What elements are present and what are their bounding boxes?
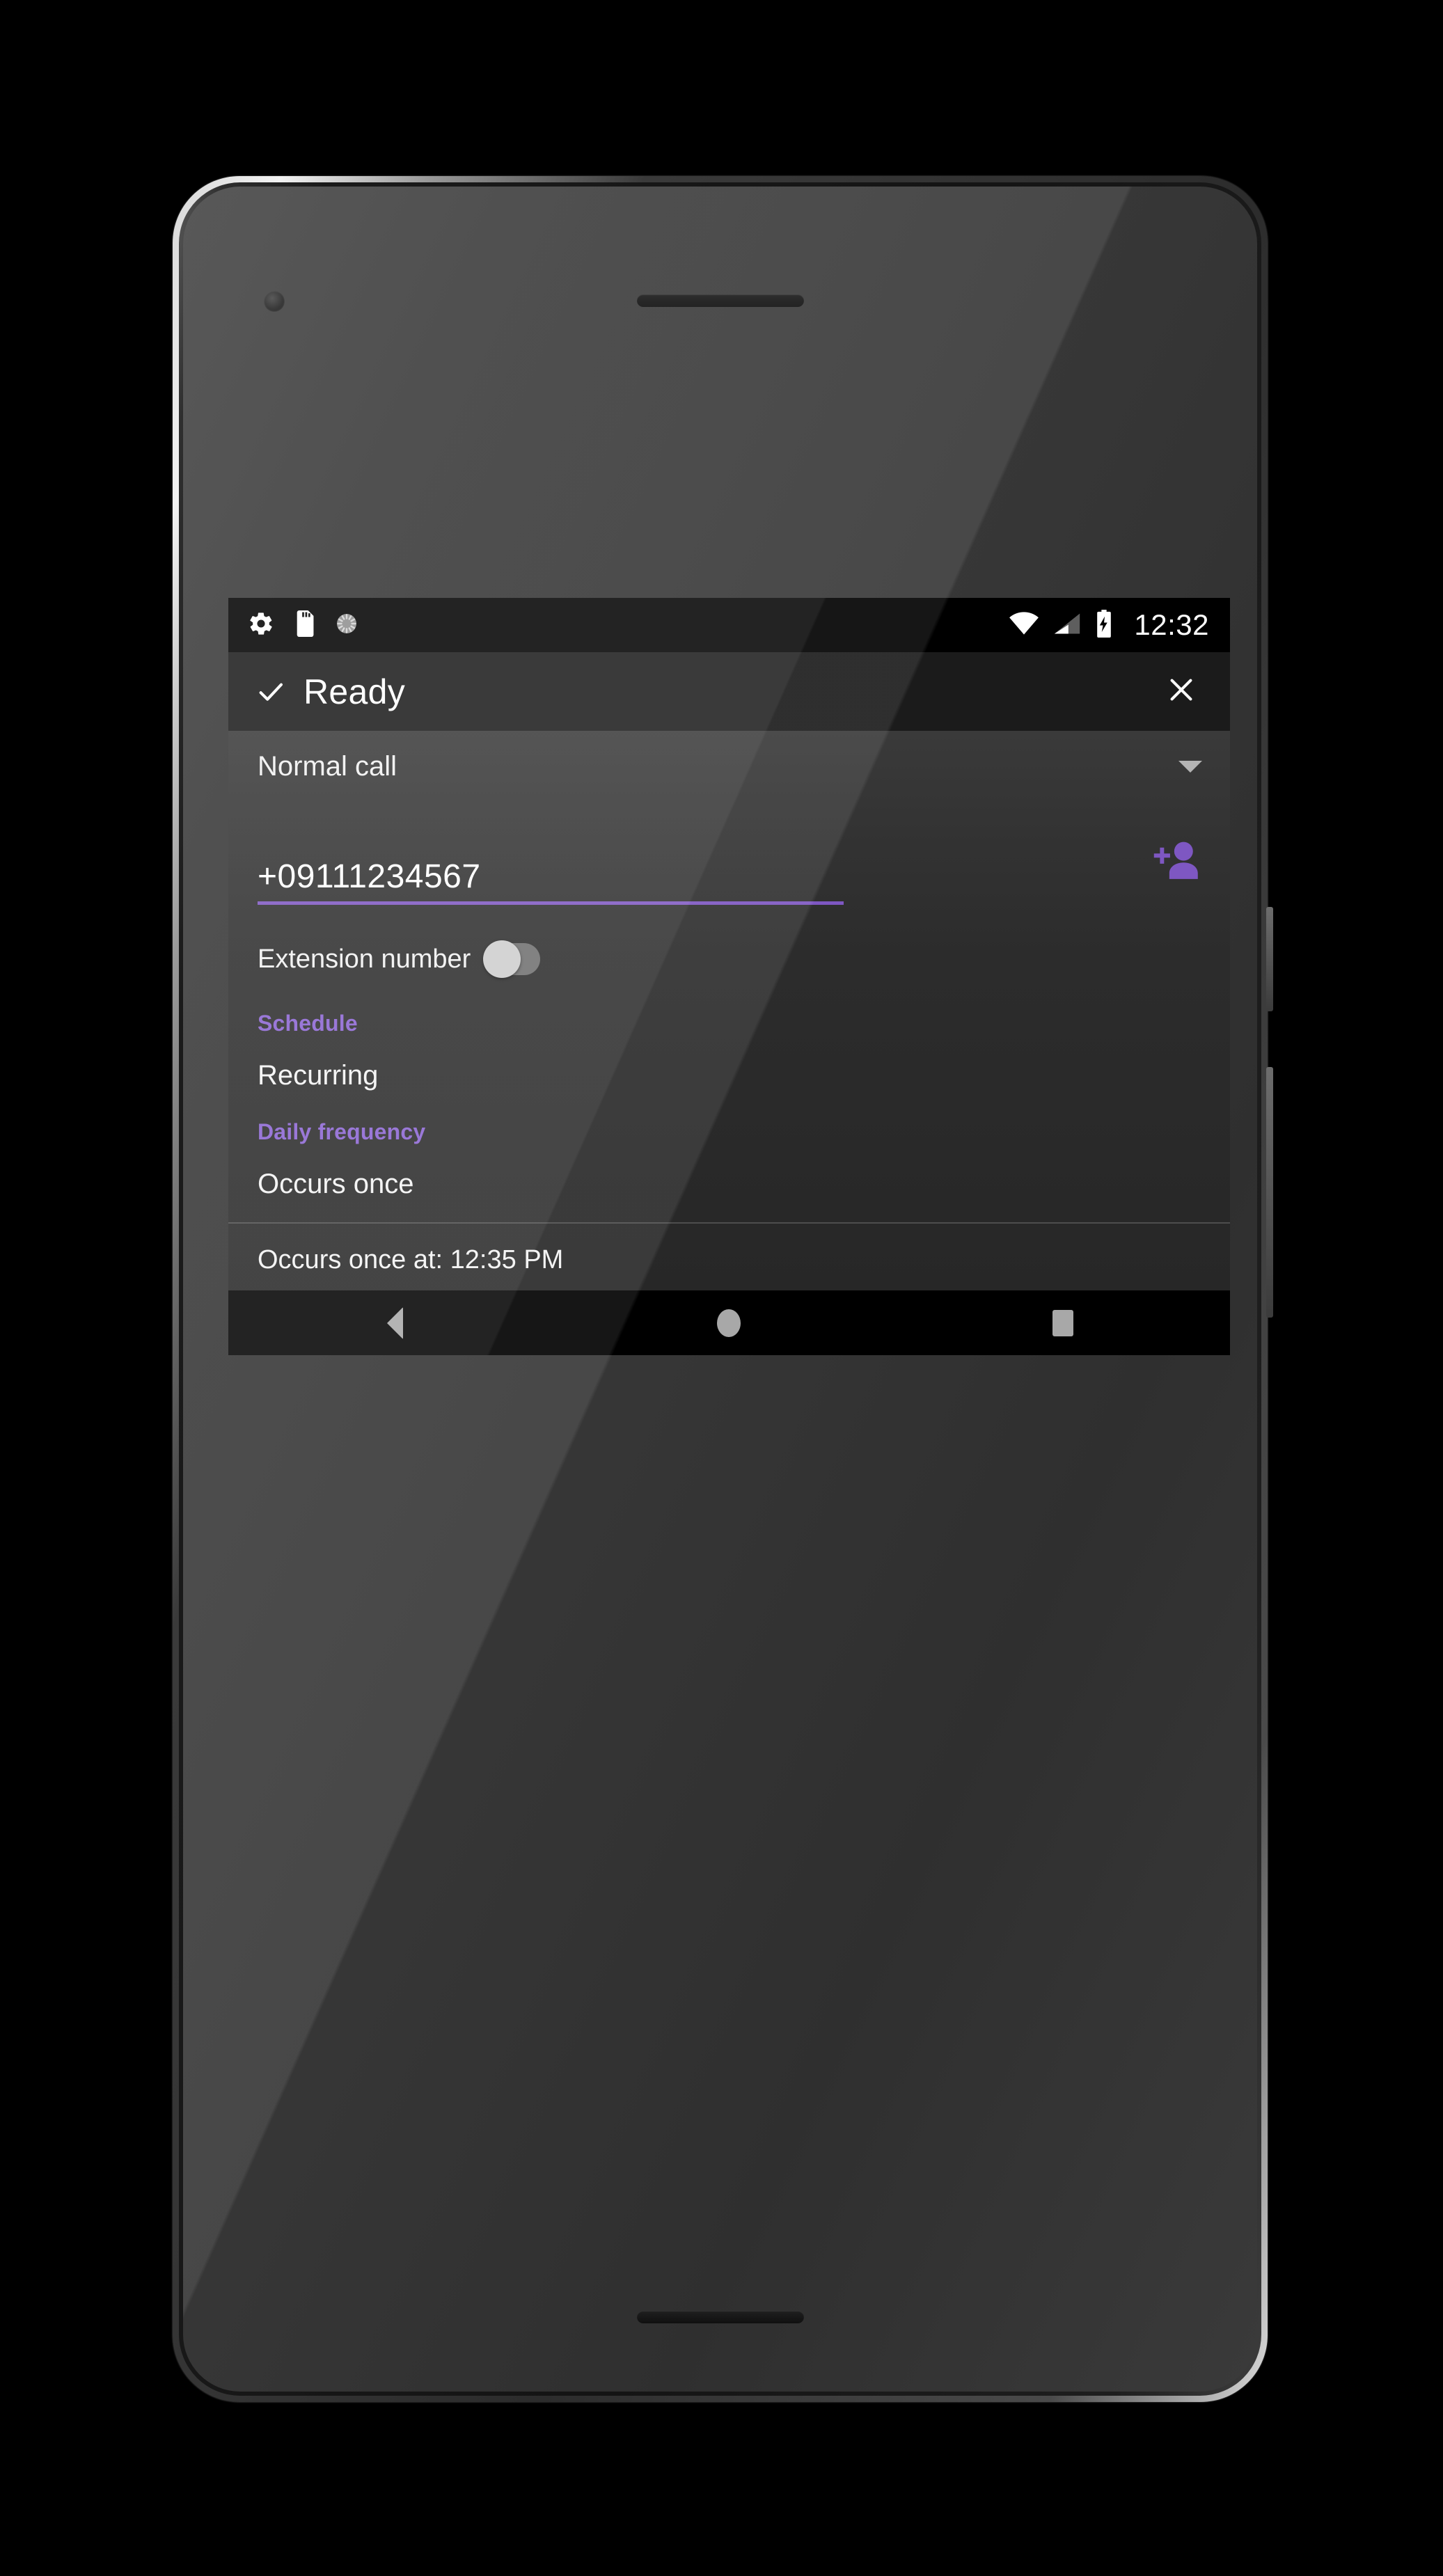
sync-circle-icon bbox=[334, 611, 359, 640]
wifi-icon bbox=[1009, 611, 1039, 639]
nav-back-button[interactable] bbox=[340, 1290, 451, 1355]
recents-icon bbox=[1052, 1309, 1074, 1336]
daily-frequency-value: Occurs once bbox=[258, 1169, 414, 1199]
list-item[interactable]: Occurs once at: 12:35 PM bbox=[228, 1222, 1230, 1296]
bottom-speaker-grille bbox=[636, 2311, 804, 2323]
volume-button[interactable] bbox=[1266, 1067, 1273, 1318]
phone-number-value: +09111234567 bbox=[258, 858, 481, 896]
daily-frequency-label: Daily frequency bbox=[258, 1119, 426, 1144]
schedule-value: Recurring bbox=[258, 1060, 379, 1091]
phone-number-input[interactable]: +09111234567 bbox=[258, 858, 844, 905]
phone-body: 12:32 Ready Normal call +09111234567 Ext… bbox=[183, 187, 1257, 2392]
status-bar-right-icons: 12:32 bbox=[1009, 608, 1209, 642]
chevron-down-icon bbox=[1178, 760, 1202, 773]
scheduled-call-form: Normal call +09111234567 Extension numbe… bbox=[228, 731, 1230, 1348]
sd-card-icon bbox=[292, 610, 316, 640]
nav-recents-button[interactable] bbox=[1007, 1290, 1119, 1355]
earpiece-speaker bbox=[636, 294, 804, 307]
close-icon bbox=[1165, 674, 1197, 709]
front-camera-icon bbox=[264, 291, 285, 312]
call-type-spinner[interactable]: Normal call bbox=[228, 731, 1230, 802]
switch-thumb bbox=[483, 940, 521, 978]
add-contact-button[interactable] bbox=[1144, 830, 1208, 894]
extension-number-row[interactable]: Extension number bbox=[228, 905, 1230, 983]
call-type-value: Normal call bbox=[258, 750, 397, 782]
daily-frequency-field[interactable]: Daily frequency Occurs once bbox=[228, 1091, 1230, 1200]
status-bar-left-icons bbox=[248, 610, 359, 640]
status-bar-clock: 12:32 bbox=[1134, 608, 1209, 641]
android-navigation-bar bbox=[228, 1290, 1230, 1355]
phone-frame-inner-bezel: 12:32 Ready Normal call +09111234567 Ext… bbox=[179, 182, 1261, 2396]
app-toolbar: Ready bbox=[228, 652, 1230, 731]
battery-charging-icon bbox=[1095, 609, 1113, 641]
phone-screen: 12:32 Ready Normal call +09111234567 Ext… bbox=[228, 598, 1230, 1355]
gear-icon bbox=[248, 610, 274, 640]
phone-device-frame: 12:32 Ready Normal call +09111234567 Ext… bbox=[173, 176, 1273, 2402]
power-button[interactable] bbox=[1266, 907, 1273, 1011]
schedule-label: Schedule bbox=[258, 1011, 358, 1036]
add-contact-icon bbox=[1151, 839, 1200, 885]
close-button[interactable] bbox=[1156, 667, 1206, 717]
cell-signal-icon bbox=[1053, 612, 1081, 639]
schedule-field[interactable]: Schedule Recurring bbox=[228, 983, 1230, 1091]
page-title: Ready bbox=[303, 672, 406, 711]
occurs-once-at-text: Occurs once at: 12:35 PM bbox=[258, 1244, 564, 1274]
home-icon bbox=[717, 1309, 741, 1337]
status-bar: 12:32 bbox=[228, 598, 1230, 652]
back-icon bbox=[387, 1306, 404, 1339]
nav-home-button[interactable] bbox=[673, 1290, 784, 1355]
phone-number-row: +09111234567 bbox=[228, 802, 1230, 905]
extension-number-switch[interactable] bbox=[483, 940, 541, 978]
check-icon bbox=[255, 676, 287, 708]
extension-number-label: Extension number bbox=[258, 944, 471, 974]
